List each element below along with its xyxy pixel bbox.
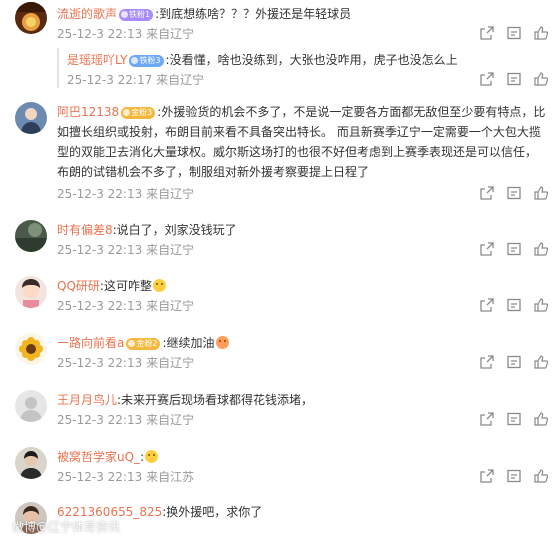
username[interactable]: 王月月鸟儿 [57,393,117,407]
like-icon[interactable] [534,72,550,88]
share-icon[interactable] [480,298,496,314]
share-icon[interactable] [480,186,496,202]
avatar[interactable] [15,276,47,308]
like-icon[interactable] [534,26,550,42]
fan-badge: 铁粉3 [129,55,164,67]
comment-text: :换外援吧，求你了 [162,505,263,519]
reply-text: :没看懂，啥也没练到，大张也没咋用，虎子也没怎么上 [165,53,458,67]
like-icon[interactable] [534,469,550,485]
emoji-icon [215,336,229,349]
comment-icon[interactable] [507,298,523,314]
username[interactable]: 一路向前看a [57,336,124,350]
badge-icon [131,57,139,64]
reply-location: 来自辽宁 [156,73,205,87]
badge-icon [123,109,131,116]
comment-time: 25-12-3 22:13 [57,243,143,257]
comment-icon[interactable] [507,26,523,42]
comment-location: 来自辽宁 [146,356,195,370]
like-icon[interactable] [534,242,550,258]
avatar[interactable] [15,102,47,134]
username[interactable]: 被窝哲学家uQ_ [57,450,140,464]
like-icon[interactable] [534,186,550,202]
share-icon[interactable] [480,242,496,258]
comment-location: 来自辽宁 [146,27,195,41]
like-icon[interactable] [534,355,550,371]
username[interactable]: 阿巴12138 [57,105,119,119]
comment-text: :未来开赛后现场看球都得花钱添堵， [117,393,314,407]
comment-location: 来自辽宁 [146,243,195,257]
comment-time: 25-12-3 22:13 [57,356,143,370]
badge-icon [128,340,136,347]
avatar[interactable] [15,2,47,34]
emoji-icon [145,450,159,463]
comment-icon[interactable] [507,72,523,88]
emoji-icon [152,279,166,292]
comment-icon[interactable] [507,186,523,202]
comment-time: 25-12-3 22:13 [57,27,143,41]
like-icon[interactable] [534,412,550,428]
comment-text: :到底想练啥？？？外援还是年轻球员 [155,7,352,21]
comment-icon[interactable] [507,355,523,371]
fan-badge: 铁粉1 [119,9,154,21]
username[interactable]: QQ研研 [57,279,100,293]
comment-time: 25-12-3 22:13 [57,413,143,427]
share-icon[interactable] [480,355,496,371]
comment-location: 来自辽宁 [146,413,195,427]
comment-time: 25-12-3 22:13 [57,299,143,313]
share-icon[interactable] [480,469,496,485]
share-icon[interactable] [480,72,496,88]
comment-location: 来自辽宁 [146,299,195,313]
comment-icon[interactable] [507,242,523,258]
comment-text: :说白了，刘家没钱玩了 [112,223,237,237]
share-icon[interactable] [480,412,496,428]
comment-location: 来自辽宁 [146,187,195,201]
comment-icon[interactable] [507,412,523,428]
reply-box: 是瑶瑶吖LY 铁粉3:没看懂，啥也没练到，大张也没咋用，虎子也没怎么上 25-12… [57,48,548,88]
comment-time: 25-12-3 22:13 [57,470,143,484]
fan-badge: 金粉2 [126,338,161,350]
fan-badge: 金粉3 [121,107,156,119]
like-icon[interactable] [534,298,550,314]
watermark: 微博@辽宁体育资讯 [12,520,121,534]
avatar[interactable] [15,390,47,422]
avatar[interactable] [15,220,47,252]
comment-icon[interactable] [507,469,523,485]
comment-location: 来自江苏 [146,470,195,484]
username[interactable]: 6221360655_825 [57,505,162,519]
comment-text: : [140,450,145,464]
comment-text: :这可咋整 [99,279,152,293]
badge-icon [121,11,129,18]
avatar[interactable] [15,333,47,365]
comment-text: :继续加油 [162,336,215,350]
username[interactable]: 时有偏差8 [57,223,113,237]
avatar[interactable] [15,447,47,479]
reply-username[interactable]: 是瑶瑶吖LY [67,53,127,67]
comment-time: 25-12-3 22:13 [57,187,143,201]
username[interactable]: 流逝的歌声 [57,7,117,21]
reply-time: 25-12-3 22:17 [67,73,153,87]
share-icon[interactable] [480,26,496,42]
